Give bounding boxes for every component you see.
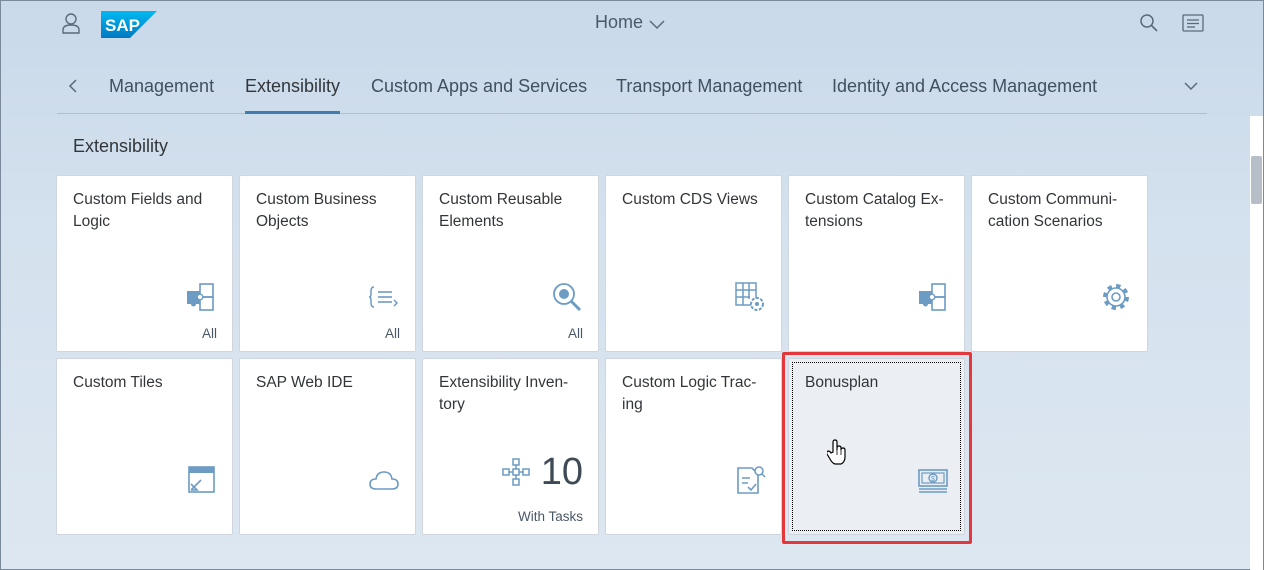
tile-custom-business-objects[interactable]: Custom Business Objects All: [239, 175, 416, 352]
grid-gear-icon: [735, 282, 764, 311]
tile-title: Custom Communi-cation Scenarios: [988, 191, 1118, 230]
tile-custom-cds-views[interactable]: Custom CDS Views: [605, 175, 782, 352]
tab-transport-management[interactable]: Transport Management: [616, 76, 802, 114]
tab-management[interactable]: Management: [109, 76, 214, 114]
tile-title: Custom Tiles: [73, 374, 163, 391]
tile-footer: With Tasks: [517, 509, 583, 524]
search-icon[interactable]: [1139, 13, 1159, 33]
highlight-box: [782, 352, 972, 544]
notifications-menu-icon[interactable]: [1182, 13, 1204, 33]
tile-custom-communication-scenarios[interactable]: Custom Communi-cation Scenarios: [971, 175, 1148, 352]
tab-identity-and-access-management[interactable]: Identity and Access Management: [832, 76, 1097, 114]
sap-logo-text: SAP: [105, 16, 140, 35]
tile-title: Custom Logic Trac-ing: [622, 374, 757, 413]
tile-title: Custom Business Objects: [256, 191, 377, 230]
tile-title: Custom Catalog Ex-tensions: [805, 191, 944, 230]
search-settings-icon: [553, 283, 582, 312]
tile-footer: All: [201, 326, 217, 341]
user-icon[interactable]: [60, 12, 82, 34]
tab-custom-apps-and-services[interactable]: Custom Apps and Services: [371, 76, 587, 114]
tile-sap-web-ide[interactable]: SAP Web IDE: [239, 358, 416, 535]
chevron-down-icon[interactable]: [1182, 78, 1200, 94]
tile-title: Custom Fields and Logic: [73, 191, 203, 230]
tile-custom-tiles[interactable]: Custom Tiles: [56, 358, 233, 535]
tile-title: Extensibility Inven-tory: [439, 374, 569, 413]
puzzle-icon: [187, 283, 214, 311]
anchor-tab-bar: Management Extensibility Custom Apps and…: [57, 66, 1207, 114]
tile-launch-icon: [188, 466, 215, 493]
shell-bar: SAP Home: [0, 0, 1264, 48]
home-title-menu[interactable]: Home: [595, 12, 665, 33]
sap-logo[interactable]: SAP: [101, 11, 157, 38]
section-title: Extensibility: [73, 136, 169, 156]
document-check-icon: [737, 466, 766, 494]
tile-custom-reusable-elements[interactable]: Custom Reusable Elements All: [422, 175, 599, 352]
gear-icon: [1103, 284, 1129, 310]
tile-custom-catalog-extensions[interactable]: Custom Catalog Ex-tensions: [788, 175, 965, 352]
tile-footer: All: [567, 326, 583, 341]
tile-title: Custom Reusable Elements: [439, 191, 563, 230]
network-icon: [501, 458, 530, 486]
chevron-left-icon[interactable]: [65, 76, 81, 96]
tile-title: Custom CDS Views: [622, 191, 758, 208]
tile-kpi: 10: [501, 452, 583, 492]
tile-custom-logic-tracing[interactable]: Custom Logic Trac-ing: [605, 358, 782, 535]
tile-title: SAP Web IDE: [256, 374, 353, 391]
puzzle-icon: [919, 283, 946, 311]
chevron-down-icon: [649, 19, 665, 29]
hand-cursor-icon: [827, 439, 846, 465]
cloud-icon: [369, 471, 399, 490]
kpi-value: 10: [540, 451, 583, 493]
tab-extensibility[interactable]: Extensibility: [245, 76, 341, 114]
scrollbar-thumb[interactable]: [1251, 156, 1262, 204]
home-title-label: Home: [595, 12, 644, 32]
tile-footer: All: [384, 326, 400, 341]
expand-list-icon: [368, 286, 399, 308]
tile-extensibility-inventory[interactable]: Extensibility Inven-tory 10 With Tasks: [422, 358, 599, 535]
tile-custom-fields-and-logic[interactable]: Custom Fields and Logic All: [56, 175, 233, 352]
